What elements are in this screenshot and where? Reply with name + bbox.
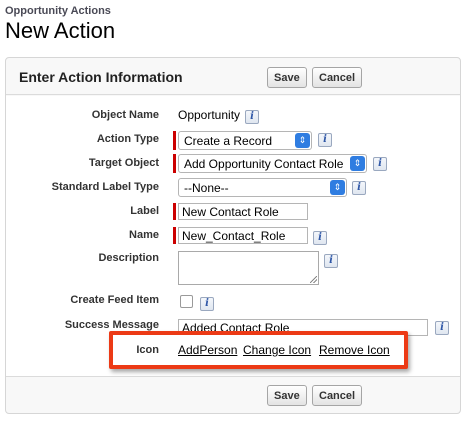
object-name-label: Object Name xyxy=(91,109,159,121)
icon-current-link[interactable]: AddPerson xyxy=(178,343,237,357)
success-message-label: Success Message xyxy=(64,319,159,331)
select-arrows-icon: ⇕ xyxy=(350,156,365,171)
select-arrows-icon: ⇕ xyxy=(330,180,345,195)
standard-label-type-label: Standard Label Type xyxy=(51,181,159,193)
create-feed-item-label: Create Feed Item xyxy=(70,294,159,306)
panel-header: Enter Action Information Save Cancel xyxy=(6,58,460,95)
target-object-select[interactable]: Add Opportunity Contact Role ⇕ xyxy=(178,154,367,173)
select-arrows-icon: ⇕ xyxy=(295,133,310,148)
required-indicator xyxy=(173,131,176,150)
create-feed-item-checkbox[interactable] xyxy=(180,295,193,308)
info-icon[interactable]: i xyxy=(318,133,332,147)
action-type-label: Action Type xyxy=(96,133,159,145)
remove-icon-link[interactable]: Remove Icon xyxy=(319,343,390,357)
info-icon[interactable]: i xyxy=(313,231,327,245)
standard-label-type-value: --None-- xyxy=(184,181,229,195)
info-icon[interactable]: i xyxy=(324,254,338,268)
cancel-button-bottom[interactable]: Cancel xyxy=(312,385,363,406)
page-subtitle: Opportunity Actions xyxy=(5,5,111,17)
target-object-label: Target Object xyxy=(88,157,159,169)
required-indicator xyxy=(173,154,176,173)
info-icon[interactable]: i xyxy=(245,110,259,124)
name-input[interactable]: New_Contact_Role xyxy=(178,227,308,244)
name-field-label: Name xyxy=(129,229,159,241)
save-button-top[interactable]: Save xyxy=(267,67,307,88)
info-icon[interactable]: i xyxy=(435,321,449,335)
cancel-button-top[interactable]: Cancel xyxy=(312,67,363,88)
label-field-label: Label xyxy=(130,205,159,217)
object-name-value: Opportunity xyxy=(178,108,241,122)
action-type-value: Create a Record xyxy=(184,134,273,148)
description-textarea[interactable] xyxy=(178,251,319,285)
standard-label-type-select[interactable]: --None-- ⇕ xyxy=(178,178,347,197)
resize-grip-icon[interactable] xyxy=(310,276,317,283)
change-icon-link[interactable]: Change Icon xyxy=(243,343,311,357)
info-icon[interactable]: i xyxy=(352,181,366,195)
panel-title: Enter Action Information xyxy=(19,69,183,85)
description-label: Description xyxy=(98,252,159,264)
info-icon[interactable]: i xyxy=(373,157,387,171)
target-object-value: Add Opportunity Contact Role xyxy=(184,157,344,171)
save-button-bottom[interactable]: Save xyxy=(267,385,307,406)
page-header: Opportunity Actions New Action xyxy=(5,5,115,44)
info-icon[interactable]: i xyxy=(200,297,214,311)
panel-footer: Save Cancel xyxy=(6,376,460,413)
required-indicator xyxy=(173,227,176,244)
required-indicator xyxy=(173,203,176,220)
label-input[interactable]: New Contact Role xyxy=(178,203,308,220)
icon-label: Icon xyxy=(136,344,159,356)
page-title: New Action xyxy=(5,18,116,43)
action-type-select[interactable]: Create a Record ⇕ xyxy=(178,131,312,150)
